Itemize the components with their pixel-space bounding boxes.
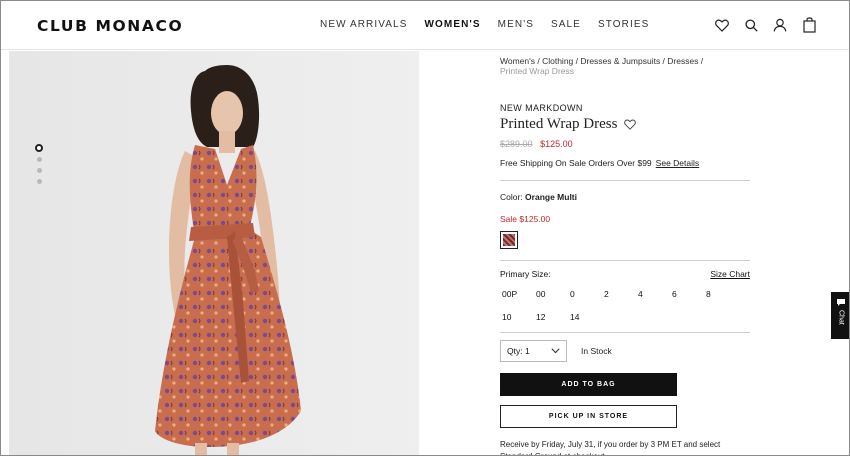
swatch-pattern bbox=[503, 234, 515, 246]
divider bbox=[500, 332, 750, 333]
account-icon[interactable] bbox=[771, 16, 789, 34]
size-option-00[interactable]: 00 bbox=[534, 289, 568, 299]
size-option-8[interactable]: 8 bbox=[704, 289, 738, 299]
original-price: $289.00 bbox=[500, 139, 533, 149]
gallery-dot-4[interactable] bbox=[36, 179, 42, 184]
nav-sale[interactable]: SALE bbox=[551, 19, 581, 30]
pick-up-in-store-button[interactable]: PICK UP IN STORE bbox=[500, 405, 677, 428]
wishlist-heart-icon[interactable] bbox=[713, 16, 731, 34]
shipping-text: Free Shipping On Sale Orders Over $99 bbox=[500, 158, 652, 168]
gallery-dot-1[interactable] bbox=[35, 144, 43, 152]
size-option-2[interactable]: 2 bbox=[602, 289, 636, 299]
nav-mens[interactable]: MEN'S bbox=[498, 19, 534, 30]
model-wearing-dress-image bbox=[9, 51, 419, 455]
size-option-14[interactable]: 14 bbox=[568, 312, 602, 322]
gallery-dot-3[interactable] bbox=[36, 168, 42, 173]
product-image[interactable] bbox=[9, 51, 419, 455]
size-option-6[interactable]: 6 bbox=[670, 289, 704, 299]
breadcrumb: Women's / Clothing / Dresses & Jumpsuits… bbox=[500, 56, 750, 76]
chevron-down-icon bbox=[551, 348, 560, 354]
chat-bubble-icon bbox=[836, 298, 846, 307]
header-icons bbox=[713, 16, 829, 34]
nav-new-arrivals[interactable]: NEW ARRIVALS bbox=[320, 19, 407, 30]
price-row: $289.00 $125.00 bbox=[500, 139, 750, 149]
quantity-value: Qty: 1 bbox=[507, 346, 530, 356]
size-option-10[interactable]: 10 bbox=[500, 312, 534, 322]
shopping-bag-icon[interactable] bbox=[800, 16, 818, 34]
color-label-text: Color: bbox=[500, 192, 526, 202]
add-to-wishlist-heart-icon[interactable] bbox=[624, 119, 637, 130]
see-details-link[interactable]: See Details bbox=[656, 158, 699, 168]
size-options: 00P 00 0 2 4 6 8 10 12 14 bbox=[500, 289, 750, 322]
logo[interactable]: CLUB MONACO bbox=[37, 17, 183, 35]
site-header: CLUB MONACO NEW ARRIVALS WOMEN'S MEN'S S… bbox=[1, 1, 849, 50]
product-title: Printed Wrap Dress bbox=[500, 116, 618, 132]
sale-price: $125.00 bbox=[540, 139, 573, 149]
size-chart-link[interactable]: Size Chart bbox=[710, 269, 750, 279]
color-swatch-orange-multi[interactable] bbox=[500, 231, 518, 249]
product-details: Women's / Clothing / Dresses & Jumpsuits… bbox=[500, 51, 750, 455]
variant-sale-price: Sale $125.00 bbox=[500, 214, 551, 224]
chat-button[interactable]: Chat bbox=[831, 292, 849, 339]
quantity-row: Qty: 1 In Stock bbox=[500, 340, 750, 362]
color-label: Color: Orange Multi bbox=[500, 192, 750, 202]
search-icon[interactable] bbox=[742, 16, 760, 34]
breadcrumb-current: Printed Wrap Dress bbox=[500, 66, 575, 76]
divider bbox=[500, 260, 750, 261]
markdown-badge: NEW MARKDOWN bbox=[500, 103, 583, 113]
size-option-12[interactable]: 12 bbox=[534, 312, 568, 322]
stock-status: In Stock bbox=[581, 346, 612, 356]
add-to-bag-button[interactable]: ADD TO BAG bbox=[500, 373, 677, 396]
color-value: Orange Multi bbox=[525, 192, 577, 202]
nav-stories[interactable]: STORIES bbox=[598, 19, 649, 30]
title-row: Printed Wrap Dress bbox=[500, 116, 750, 133]
gallery-dot-2[interactable] bbox=[36, 157, 42, 162]
nav-womens[interactable]: WOMEN'S bbox=[424, 19, 480, 30]
chat-label: Chat bbox=[837, 310, 845, 325]
quantity-select[interactable]: Qty: 1 bbox=[500, 340, 567, 362]
divider bbox=[500, 180, 750, 181]
breadcrumb-path[interactable]: Women's / Clothing / Dresses & Jumpsuits… bbox=[500, 56, 703, 66]
size-option-00p[interactable]: 00P bbox=[500, 289, 534, 299]
size-label: Primary Size: bbox=[500, 269, 551, 279]
size-option-0[interactable]: 0 bbox=[568, 289, 602, 299]
page-frame: CLUB MONACO NEW ARRIVALS WOMEN'S MEN'S S… bbox=[0, 0, 850, 456]
size-header: Primary Size: Size Chart bbox=[500, 269, 750, 279]
main-nav: NEW ARRIVALS WOMEN'S MEN'S SALE STORIES bbox=[320, 19, 666, 30]
size-option-4[interactable]: 4 bbox=[636, 289, 670, 299]
delivery-estimate: Receive by Friday, July 31, if you order… bbox=[500, 440, 721, 455]
shipping-info: Free Shipping On Sale Orders Over $99 See… bbox=[500, 158, 750, 168]
gallery-pagination-dots bbox=[35, 144, 43, 190]
